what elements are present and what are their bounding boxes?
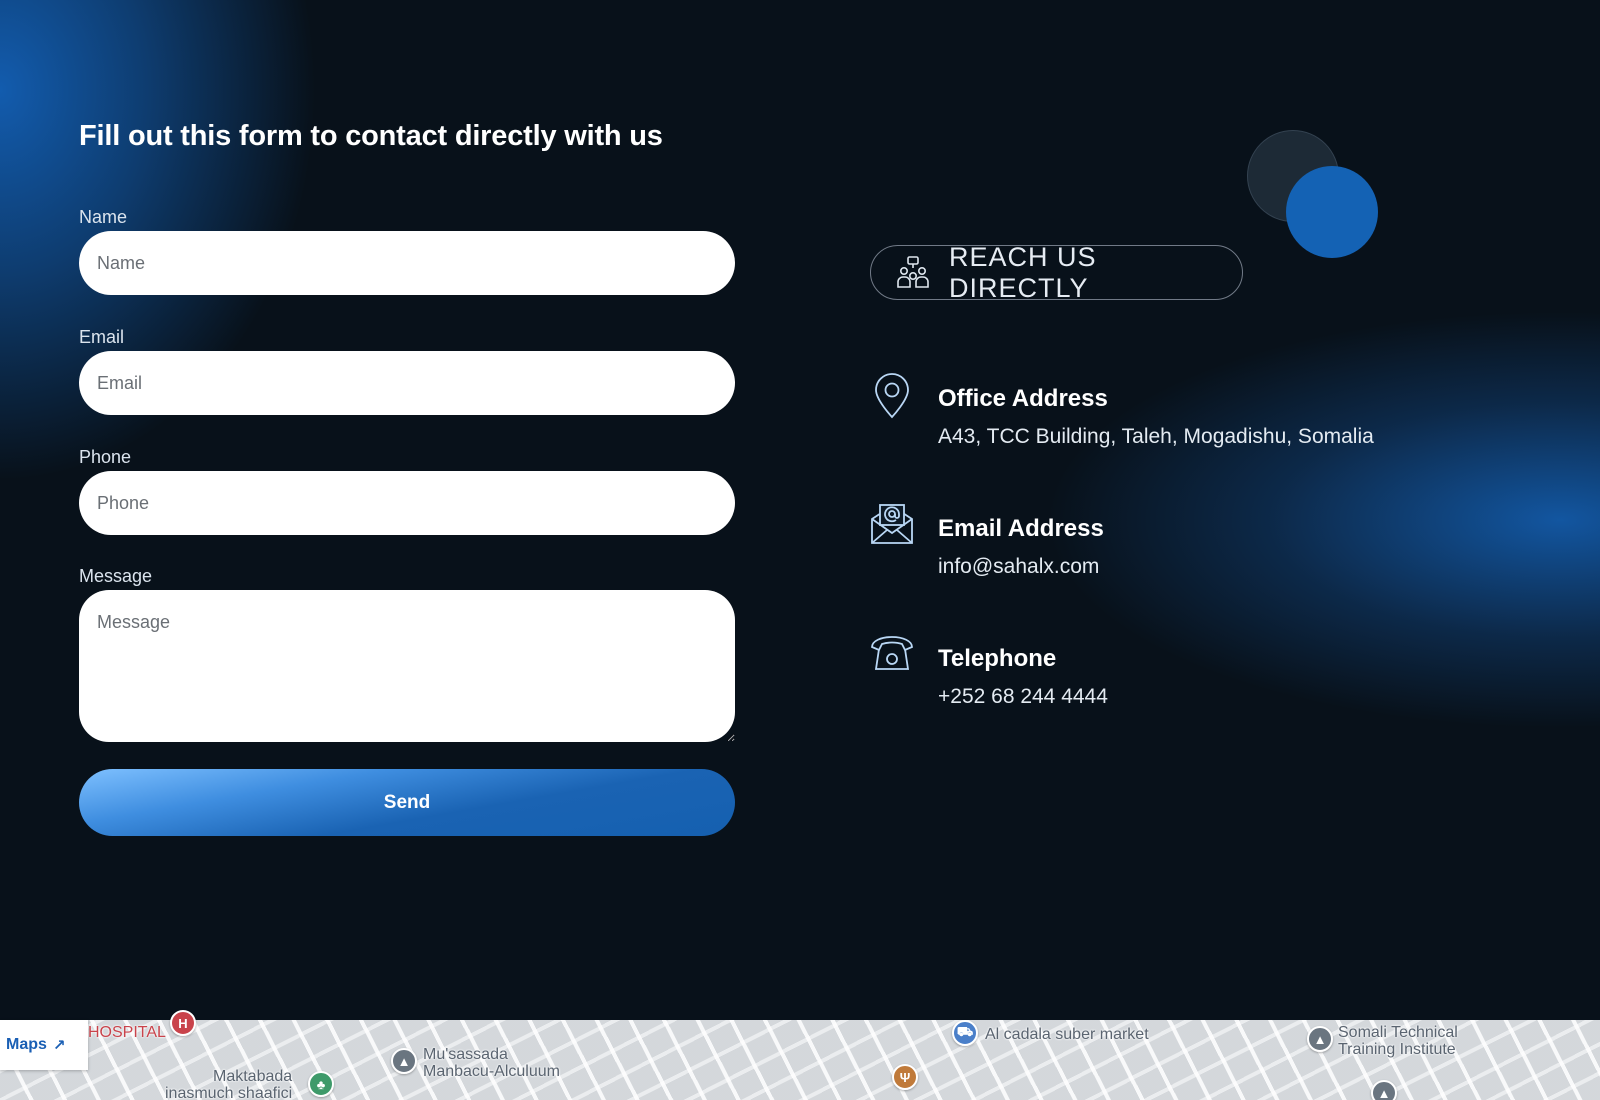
open-in-maps-link[interactable]: Maps ↗ (0, 1020, 88, 1070)
external-link-icon: ↗ (52, 1037, 66, 1054)
map-place-somali-technical: Somali Technical Training Institute (1338, 1024, 1458, 1058)
envelope-icon (870, 503, 914, 549)
office-address-value: A43, TCC Building, Taleh, Mogadishu, Som… (938, 425, 1374, 448)
name-label: Name (79, 207, 128, 227)
phone-input[interactable] (79, 471, 735, 535)
telephone-value[interactable]: +252 68 244 4444 (938, 685, 1108, 709)
telephone-title: Telephone (938, 645, 1057, 672)
school-pin-icon[interactable]: ▲ (1307, 1026, 1333, 1052)
phone-label: Phone (79, 447, 132, 467)
email-label: Email (79, 327, 125, 347)
library-pin-icon[interactable]: ♣ (308, 1071, 334, 1097)
hospital-pin-icon[interactable]: H (170, 1010, 196, 1036)
contact-section: Fill out this form to contact directly w… (0, 0, 1600, 1020)
message-label: Message (79, 566, 153, 586)
map-place-supermarket: Al cadala suber market (985, 1026, 1149, 1043)
map-place-maktabada: Maktabada inasmuch shaafici (165, 1068, 293, 1100)
reach-us-badge: REACH US DIRECTLY (870, 242, 1243, 303)
restaurant-pin-icon[interactable]: Ψ (892, 1064, 918, 1090)
map-pin-icon (870, 373, 914, 419)
email-address-value[interactable]: info@sahalx.com (938, 555, 1099, 579)
reach-us-label: REACH US DIRECTLY (949, 241, 1097, 303)
shopping-pin-icon[interactable]: ⛟ (952, 1020, 978, 1046)
map-place-hospital: HOSPITAL (88, 1024, 166, 1041)
form-title: Fill out this form to contact directly w… (79, 120, 663, 152)
name-input[interactable] (79, 231, 735, 295)
office-address-title: Office Address (938, 385, 1108, 412)
email-address-title: Email Address (938, 515, 1104, 542)
school-pin-icon[interactable]: ▲ (1371, 1080, 1397, 1100)
maps-link-label: Maps (6, 1036, 47, 1053)
send-button[interactable]: Send (79, 769, 735, 836)
map-place-musassada: Mu'sassada Manbacu-Alculuum (423, 1046, 560, 1080)
decorative-circle-accent (1286, 166, 1378, 258)
message-input[interactable] (79, 590, 735, 742)
telephone-icon (870, 633, 914, 679)
people-network-icon (895, 255, 931, 291)
school-pin-icon[interactable]: ▲ (391, 1048, 417, 1074)
email-input[interactable] (79, 351, 735, 415)
